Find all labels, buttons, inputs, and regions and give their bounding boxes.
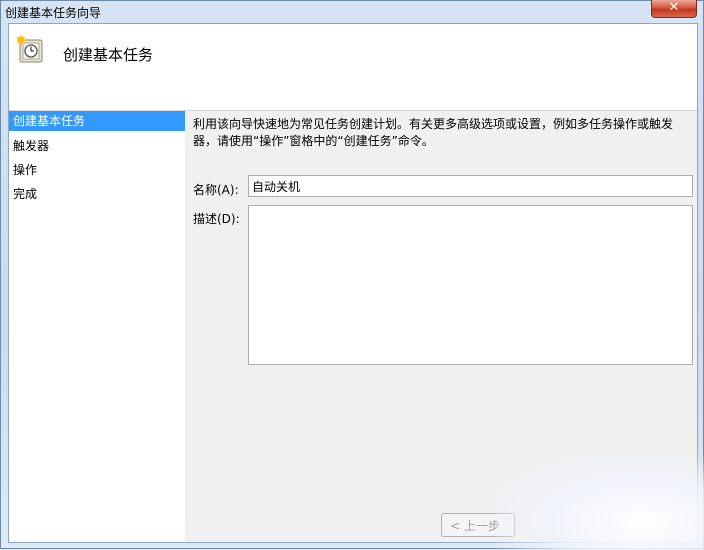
title-bar[interactable]: 创建基本任务向导 ✕ xyxy=(1,0,703,23)
wizard-main-panel: 利用该向导快速地为常见任务创建计划。有关更多高级选项或设置，例如多任务操作或触发… xyxy=(191,111,697,542)
step-finish[interactable]: 完成 xyxy=(9,183,185,207)
wizard-client-area: 创建基本任务 创建基本任务 触发器 操作 完成 利用该向导快速地为常见任务创建计… xyxy=(8,23,698,543)
step-trigger[interactable]: 触发器 xyxy=(9,135,185,159)
wizard-header: 创建基本任务 xyxy=(9,24,697,111)
step-create-basic-task[interactable]: 创建基本任务 xyxy=(9,111,185,131)
wizard-steps-sidebar: 创建基本任务 触发器 操作 完成 xyxy=(9,111,185,542)
close-button[interactable]: ✕ xyxy=(651,0,697,18)
step-action[interactable]: 操作 xyxy=(9,159,185,183)
close-icon: ✕ xyxy=(668,0,680,15)
window-title: 创建基本任务向导 xyxy=(5,6,102,20)
previous-button[interactable]: < 上一步 xyxy=(441,513,515,537)
name-input[interactable] xyxy=(248,175,693,197)
name-label: 名称(A): xyxy=(193,183,239,197)
description-textarea[interactable] xyxy=(248,205,693,365)
wizard-window: 创建基本任务向导 ✕ 创建基本任务 创建基本任务 触发器 操作 完成 利用该向导… xyxy=(0,0,704,550)
task-clock-icon xyxy=(16,34,43,63)
wizard-heading: 创建基本任务 xyxy=(63,46,154,64)
wizard-description: 利用该向导快速地为常见任务创建计划。有关更多高级选项或设置，例如多任务操作或触发… xyxy=(193,117,674,148)
description-label: 描述(D): xyxy=(193,212,240,226)
